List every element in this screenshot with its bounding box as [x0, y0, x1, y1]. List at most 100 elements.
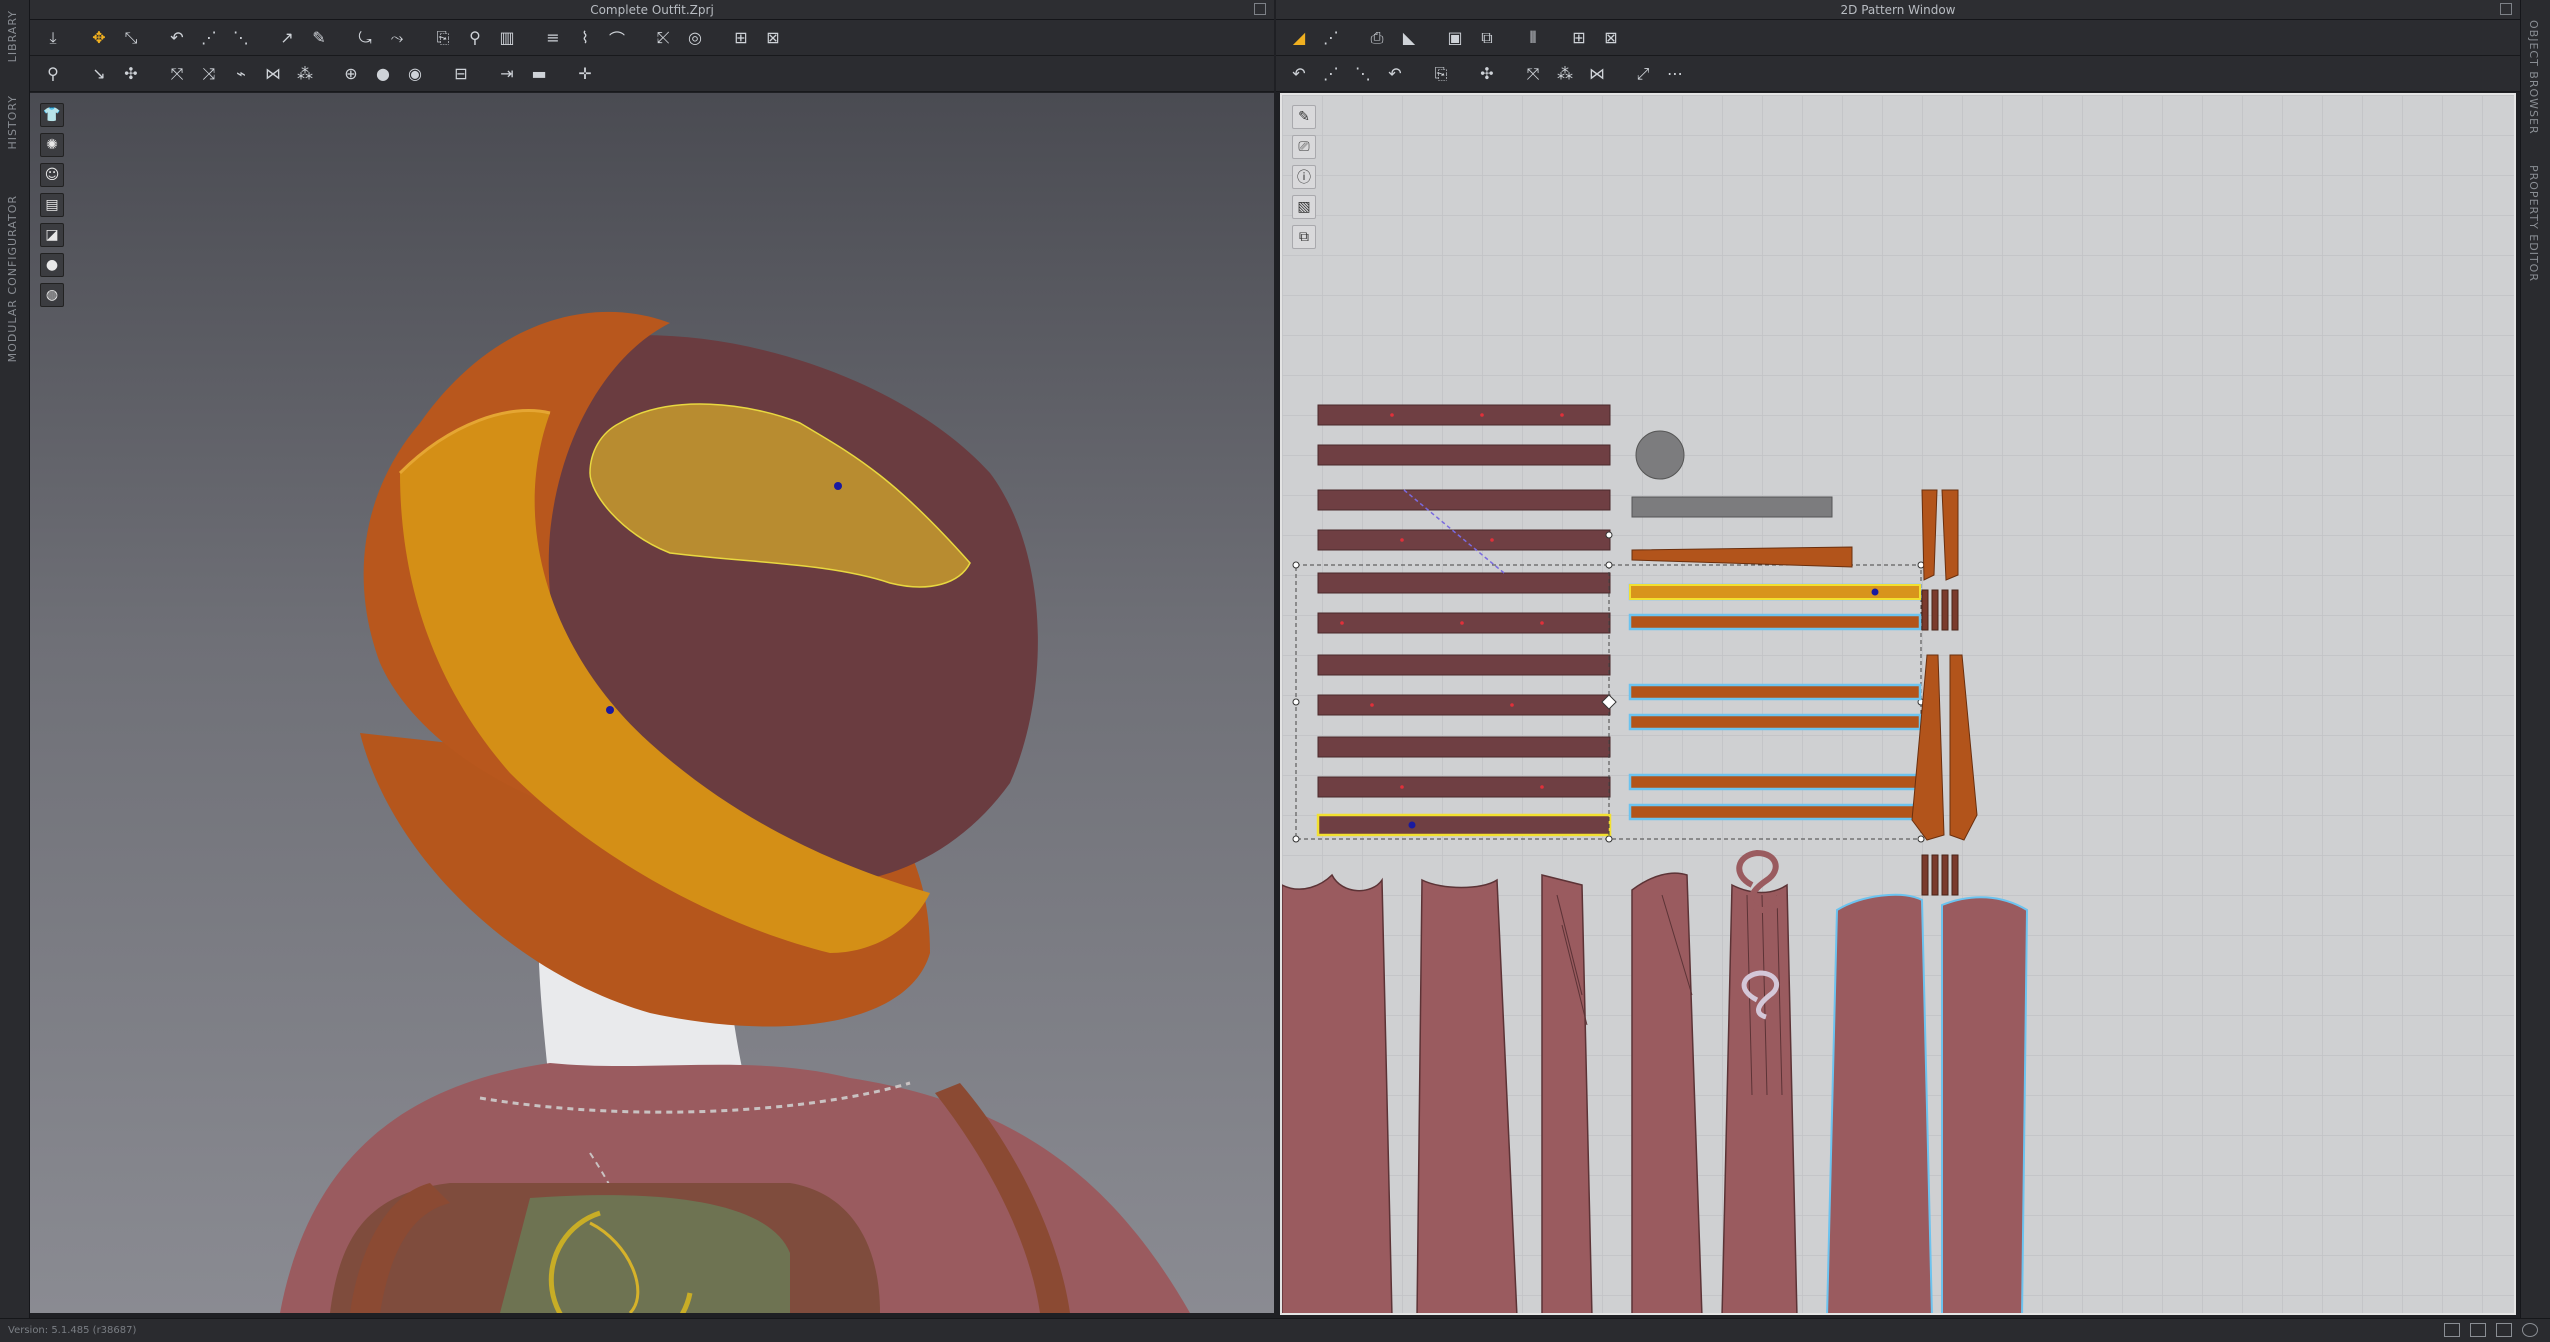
tab-object-browser[interactable]: OBJECT BROWSER: [2527, 20, 2540, 135]
selected-maroon-strip: [1316, 813, 1612, 837]
ruler-icon[interactable]: ⤪: [650, 25, 676, 51]
jacket-sleeve-panel: [1631, 872, 1703, 1313]
layer-icon[interactable]: ⇥: [494, 61, 520, 87]
internal-icon[interactable]: ⧉: [1474, 25, 1500, 51]
orange-tapered-strip: [1631, 546, 1853, 568]
line-icon[interactable]: ⤿: [352, 25, 378, 51]
texture-icon[interactable]: ⁂: [1552, 61, 1578, 87]
layout-split-icon[interactable]: [2470, 1323, 2486, 1337]
garment-3d-render: [280, 311, 1190, 1313]
pucker-icon[interactable]: ⤧: [1520, 61, 1546, 87]
segment-sewing-icon[interactable]: ⦀: [1520, 25, 1546, 51]
pin-icon[interactable]: ⋰: [196, 25, 222, 51]
pin-icon[interactable]: ↶: [1382, 61, 1408, 87]
right-dock-strip: OBJECT BROWSER PROPERTY EDITOR: [2520, 0, 2550, 1318]
toolbar-2d-row1: ◢ ⋰ ⎙ ◣ ▣ ⧉ ⦀ ⊞ ⊠: [1276, 20, 2520, 56]
zipper-icon[interactable]: ⋈: [260, 61, 286, 87]
add-point-icon[interactable]: ⎙: [1364, 25, 1390, 51]
viewport-3d[interactable]: 👕 ✺ ☺ ▤ ◪ ● ◍: [30, 93, 1274, 1313]
steam-icon[interactable]: ≡: [540, 25, 566, 51]
align-icon[interactable]: ⊕: [338, 61, 364, 87]
edit-point-icon[interactable]: ⋰: [1318, 25, 1344, 51]
sketch-icon[interactable]: ⎘: [430, 25, 456, 51]
avatar-down-icon[interactable]: ⤓: [40, 25, 66, 51]
maximize-icon[interactable]: [1254, 3, 1266, 15]
polygon-icon[interactable]: ▣: [1442, 25, 1468, 51]
tack-icon[interactable]: ⎘: [1428, 61, 1454, 87]
rectangle-icon[interactable]: ◣: [1396, 25, 1422, 51]
fit-icon[interactable]: ⚲: [462, 25, 488, 51]
topstitch-icon[interactable]: ✣: [1474, 61, 1500, 87]
maximize-icon[interactable]: [2500, 3, 2512, 15]
button-icon[interactable]: ⤨: [196, 61, 222, 87]
edit-sewing-icon[interactable]: ↶: [1286, 61, 1312, 87]
grid2-icon[interactable]: ⊠: [760, 25, 786, 51]
toolbar-2d-row2: ↶ ⋰ ⋱ ↶ ⎘ ✣ ⤧ ⁂ ⋈ ⤢ ⋯: [1276, 56, 2520, 92]
notch-icon[interactable]: ⋯: [1662, 61, 1688, 87]
pane-2d-pattern: 2D Pattern Window ◢ ⋰ ⎙ ◣ ▣ ⧉ ⦀ ⊞ ⊠ ↶ ⋰ …: [1276, 0, 2520, 1318]
topstitch-icon[interactable]: ⌁: [228, 61, 254, 87]
grid2-icon[interactable]: ⊠: [1598, 25, 1624, 51]
toolbar-3d-row1: ⤓ ✥ ⤡ ↶ ⋰ ⋱ ↗ ✎ ⤿ ⤳ ⎘ ⚲ ▥ ≡ ⌇ ⌒ ⤪ ◎ ⊞ ⊠: [30, 20, 1274, 56]
tack-icon[interactable]: ↗: [274, 25, 300, 51]
pattern-pieces: [1282, 404, 2029, 1313]
point-icon[interactable]: ↘: [86, 61, 112, 87]
tab-library[interactable]: LIBRARY: [6, 10, 19, 62]
viewport-2d-pattern[interactable]: ✎ ⎚ ⓘ ▧ ⧉: [1280, 93, 2516, 1315]
jacket-side-panel: [1541, 874, 1593, 1313]
grid-icon[interactable]: ⊞: [1566, 25, 1592, 51]
arrange-icon[interactable]: ✣: [118, 61, 144, 87]
measure-icon[interactable]: ⌇: [572, 25, 598, 51]
status-bar: Version: 5.1.485 (r38687): [0, 1318, 2550, 1342]
maroon-strips: [1317, 404, 1611, 798]
tape-icon[interactable]: ⌒: [604, 25, 630, 51]
left-dock-strip: LIBRARY HISTORY MODULAR CONFIGURATOR: [0, 0, 30, 1318]
lock-icon[interactable]: ⊟: [448, 61, 474, 87]
grid-icon[interactable]: ⊞: [728, 25, 754, 51]
pane-2d-title: 2D Pattern Window: [1840, 3, 1956, 17]
fold-icon[interactable]: ⋱: [228, 25, 254, 51]
grey-circle-piece: [1635, 430, 1685, 480]
fabric-icon[interactable]: ◎: [682, 25, 708, 51]
pane-3d-titlebar: Complete Outfit.Zprj: [30, 0, 1274, 20]
tab-modular-configurator[interactable]: MODULAR CONFIGURATOR: [6, 195, 19, 362]
transform-icon[interactable]: ⤡: [118, 25, 144, 51]
orange-sash-piece-2: [1941, 489, 1959, 581]
clo3d-app: LIBRARY HISTORY MODULAR CONFIGURATOR Com…: [0, 0, 2550, 1342]
select-move-icon[interactable]: ✥: [86, 25, 112, 51]
sleeve-piece-right: [1941, 896, 2029, 1313]
jacket-front-panel-left: [1416, 878, 1518, 1313]
fold-arrange-icon[interactable]: ⋱: [1350, 61, 1376, 87]
layer2-icon[interactable]: ▬: [526, 61, 552, 87]
seam-icon[interactable]: ✎: [306, 25, 332, 51]
pose-icon[interactable]: ⚲: [40, 61, 66, 87]
hanger-icon[interactable]: ▥: [494, 25, 520, 51]
sleeve-piece-left: [1826, 893, 1933, 1313]
transform-pattern-icon[interactable]: ◢: [1286, 25, 1312, 51]
refresh-icon[interactable]: [2522, 1323, 2538, 1337]
orange-sash-piece-3: [1911, 654, 1945, 841]
strap-icon[interactable]: ⤧: [164, 61, 190, 87]
layout-triple-icon[interactable]: [2496, 1323, 2512, 1337]
avatar-measure-icon[interactable]: ⁂: [292, 61, 318, 87]
version-label: Version: 5.1.485 (r38687): [8, 1325, 137, 1336]
jacket-front-panel-right: [1721, 883, 1798, 1313]
gizmo-icon[interactable]: ✛: [572, 61, 598, 87]
pane-3d-garment: Complete Outfit.Zprj ⤓ ✥ ⤡ ↶ ⋰ ⋱ ↗ ✎ ⤿ ⤳…: [30, 0, 1274, 1318]
steam2-icon[interactable]: ●: [370, 61, 396, 87]
tab-history[interactable]: HISTORY: [6, 95, 19, 150]
toolbar-3d-row2: ⚲ ↘ ✣ ⤧ ⤨ ⌁ ⋈ ⁂ ⊕ ● ◉ ⊟ ⇥ ▬ ✛: [30, 56, 1274, 92]
grey-bar-piece: [1631, 496, 1833, 518]
ruler-icon[interactable]: ⤢: [1630, 61, 1656, 87]
texture-icon[interactable]: ◉: [402, 61, 428, 87]
trace-icon[interactable]: ⤳: [384, 25, 410, 51]
pane-3d-title: Complete Outfit.Zprj: [590, 3, 714, 17]
zoom-icon[interactable]: ⋈: [1584, 61, 1610, 87]
orange-sash-piece-1: [1921, 489, 1938, 581]
tab-property-editor[interactable]: PROPERTY EDITOR: [2527, 165, 2540, 282]
layout-single-icon[interactable]: [2444, 1323, 2460, 1337]
check-sewing-icon[interactable]: ⋰: [1318, 61, 1344, 87]
edit-mesh-icon[interactable]: ↶: [164, 25, 190, 51]
jacket-back-panel: [1282, 873, 1393, 1313]
pane-2d-titlebar: 2D Pattern Window: [1276, 0, 2520, 20]
